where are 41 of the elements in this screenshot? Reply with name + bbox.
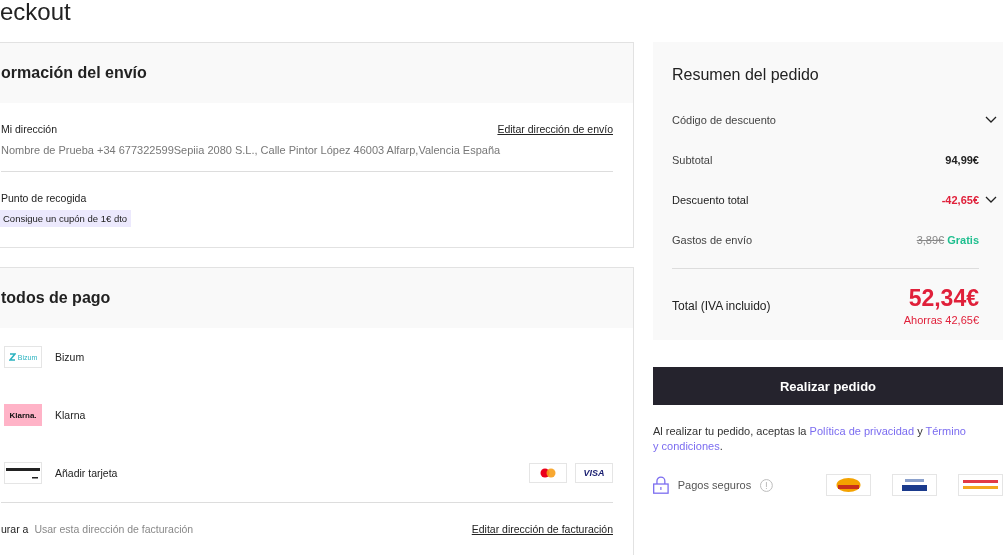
payment-method-label[interactable]: Klarna <box>55 409 86 421</box>
summary-value: 94,99€ <box>945 154 979 166</box>
payment-method-label[interactable]: Bizum <box>55 351 85 363</box>
securecode-badge-icon <box>958 474 1003 496</box>
klarna-logo: Klarna. <box>4 404 42 426</box>
old-price: 3,89€ <box>916 234 945 246</box>
terms-link[interactable]: Término <box>925 425 966 437</box>
discount-value: -42,65€ <box>941 194 979 206</box>
payment-method-label[interactable]: Añadir tarjeta <box>55 467 118 479</box>
edit-billing-link[interactable]: Editar dirección de facturación <box>471 523 613 535</box>
terms-link[interactable]: y condiciones <box>653 440 720 452</box>
safekey-badge-icon <box>826 474 871 496</box>
coupon-tag: Consigue un cupón de 1€ dto <box>0 210 132 227</box>
z-icon <box>8 353 16 361</box>
total-amount: 52,34€ <box>907 285 979 312</box>
lock-icon <box>653 476 669 494</box>
savings-text: Ahorras 42,65€ <box>903 314 979 326</box>
free-shipping: Gratis <box>947 234 979 246</box>
address-label: Mi dirección <box>1 123 58 135</box>
circles-icon <box>540 468 556 478</box>
summary-title: Resumen del pedido <box>672 66 820 84</box>
section-title: ormación del envío <box>0 43 633 103</box>
place-order-button[interactable]: Realizar pedido <box>653 367 1003 405</box>
pickup-label: Punto de recogida <box>1 192 88 204</box>
edit-address-link[interactable]: Editar dirección de envío <box>497 123 613 135</box>
billing-label: urar a <box>1 523 29 535</box>
address-text: Nombre de Prueba +34 677322599Sepiia 2080 S.L., Calle Pintor López 46003 Alfarp,Valencia España <box>1 144 613 172</box>
summary-label: Gastos de envío <box>672 234 753 246</box>
total-label: Total (IVA incluido) <box>672 298 771 313</box>
info-icon <box>760 478 773 492</box>
verified-badge-icon <box>892 474 937 496</box>
page-title: eckout <box>0 0 72 27</box>
summary-label: Descuento total <box>672 194 749 206</box>
billing-value: Usar esta dirección de facturación <box>34 523 194 535</box>
privacy-link[interactable]: Política de privacidad <box>809 425 915 437</box>
secure-payments-label: Pagos seguros <box>677 479 752 491</box>
discount-code-toggle[interactable]: Código de descuento <box>672 100 1003 140</box>
terms-text: Al realizar tu pedido, aceptas la Política de privacidad y Término y condiciones. <box>653 424 967 454</box>
section-title: todos de pago <box>0 268 633 328</box>
summary-label: Subtotal <box>672 154 713 166</box>
visa-logo: VISA <box>575 463 613 483</box>
